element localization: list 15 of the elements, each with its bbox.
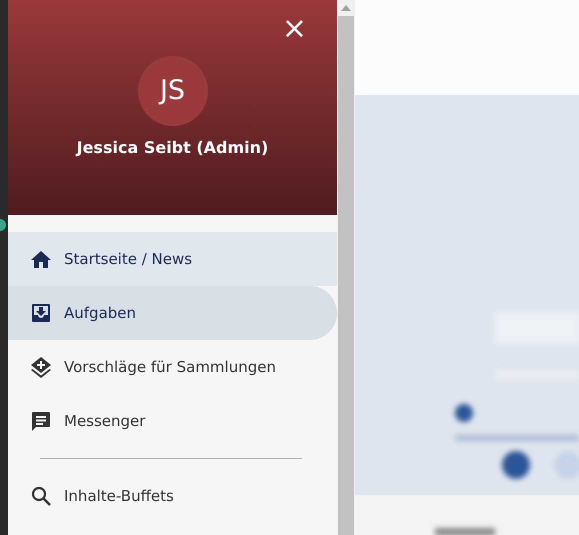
user-name: Jessica Seibt (Admin)	[76, 137, 268, 159]
nav-item[interactable]: Startseite / News	[8, 232, 337, 286]
close-button[interactable]: ×	[276, 12, 313, 46]
chat-icon	[30, 410, 52, 432]
scrollbar-thumb[interactable]	[338, 16, 354, 535]
home-icon	[30, 248, 52, 270]
inbox-icon	[30, 302, 52, 324]
nav-item[interactable]: Inhalte-Buffets	[8, 469, 337, 523]
scroll-up-icon[interactable]	[341, 4, 351, 12]
layers-plus-icon	[30, 356, 52, 378]
nav-item[interactable]: Messenger	[8, 394, 337, 448]
nav-item[interactable]: Vorschläge für Sammlungen	[8, 340, 337, 394]
avatar: JS	[138, 56, 208, 126]
nav-item[interactable]: Aufgaben	[8, 286, 337, 340]
search-icon	[30, 485, 52, 507]
